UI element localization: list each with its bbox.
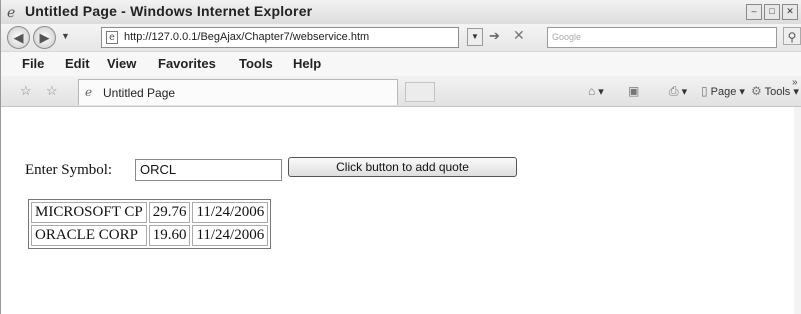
search-input[interactable]: Google <box>547 27 777 48</box>
page-content: Enter Symbol: ORCL Click button to add q… <box>1 107 801 314</box>
title-bar: ℯ Untitled Page - Windows Internet Explo… <box>1 0 801 25</box>
go-arrow-icon[interactable]: ➔ <box>489 28 500 44</box>
menu-file[interactable]: File <box>22 56 44 71</box>
gear-icon: ⚙ <box>751 84 762 98</box>
favorites-star-icon[interactable]: ☆ <box>20 83 32 99</box>
search-icon[interactable]: ⚲ <box>783 27 801 45</box>
tab-label: Untitled Page <box>103 86 176 100</box>
menu-view[interactable]: View <box>107 56 136 71</box>
page-icon: e <box>106 31 118 44</box>
date-cell: 11/24/2006 <box>192 202 269 223</box>
company-cell: ORACLE CORP <box>31 225 147 246</box>
price-cell: 29.76 <box>148 202 191 223</box>
symbol-label: Enter Symbol: <box>25 162 113 178</box>
menu-favorites[interactable]: Favorites <box>158 56 216 71</box>
table-row: MICROSOFT CP 29.76 11/24/2006 <box>31 202 269 223</box>
address-row: ◀ ▶ ▼ e http://127.0.0.1/BegAjax/Chapter… <box>1 24 801 51</box>
tab-untitled-page[interactable]: ℯ Untitled Page <box>78 79 398 105</box>
vertical-scrollbar[interactable] <box>794 107 801 314</box>
page-icon-small: ▯ <box>701 84 708 98</box>
maximize-icon[interactable]: □ <box>764 4 780 20</box>
browser-window: ℯ Untitled Page - Windows Internet Explo… <box>0 0 801 314</box>
address-dropdown-icon[interactable]: ▼ <box>467 28 483 46</box>
menu-edit[interactable]: Edit <box>65 56 90 71</box>
feeds-icon[interactable]: ▣ <box>628 84 639 98</box>
date-cell: 11/24/2006 <box>192 225 269 246</box>
more-commands-icon[interactable]: » <box>792 77 798 88</box>
ie-page-icon: ℯ <box>85 85 93 99</box>
back-arrow-icon: ◀ <box>13 30 24 45</box>
add-quote-button[interactable]: Click button to add quote <box>288 157 517 177</box>
symbol-input[interactable]: ORCL <box>135 159 282 181</box>
stop-icon[interactable]: ✕ <box>513 27 525 44</box>
ie-logo-icon: ℯ <box>7 4 16 20</box>
company-cell: MICROSOFT CP <box>31 202 147 223</box>
back-button[interactable]: ◀ <box>7 26 30 49</box>
tab-row: ☆ ☆ ℯ Untitled Page ⌂ ▾ ▣ ⎙ ▾ ▯ Page ▾ ⚙… <box>1 76 801 107</box>
add-favorites-icon[interactable]: ☆ <box>46 83 58 99</box>
new-tab-button[interactable] <box>405 82 435 102</box>
menu-bar: File Edit View Favorites Tools Help <box>1 51 801 77</box>
history-dropdown-icon[interactable]: ▼ <box>61 31 70 41</box>
url-text[interactable]: http://127.0.0.1/BegAjax/Chapter7/webser… <box>124 31 369 43</box>
window-controls: – □ ✕ <box>746 4 798 20</box>
address-bar[interactable]: e http://127.0.0.1/BegAjax/Chapter7/webs… <box>101 27 459 48</box>
table-row: ORACLE CORP 19.60 11/24/2006 <box>31 225 269 246</box>
forward-button[interactable]: ▶ <box>33 26 56 49</box>
home-icon[interactable]: ⌂ ▾ <box>588 84 604 98</box>
quotes-table: MICROSOFT CP 29.76 11/24/2006 ORACLE COR… <box>28 199 272 249</box>
forward-arrow-icon: ▶ <box>39 30 50 45</box>
menu-tools[interactable]: Tools <box>239 56 273 71</box>
page-menu-label: Page ▾ <box>710 86 745 98</box>
close-icon[interactable]: ✕ <box>782 4 798 20</box>
page-menu[interactable]: ▯ Page ▾ <box>701 84 745 98</box>
search-placeholder: Google <box>552 32 582 42</box>
minimize-icon[interactable]: – <box>746 4 762 20</box>
print-icon[interactable]: ⎙ ▾ <box>669 84 687 99</box>
menu-help[interactable]: Help <box>293 56 321 71</box>
window-title: Untitled Page - Windows Internet Explore… <box>25 3 313 19</box>
price-cell: 19.60 <box>148 225 191 246</box>
